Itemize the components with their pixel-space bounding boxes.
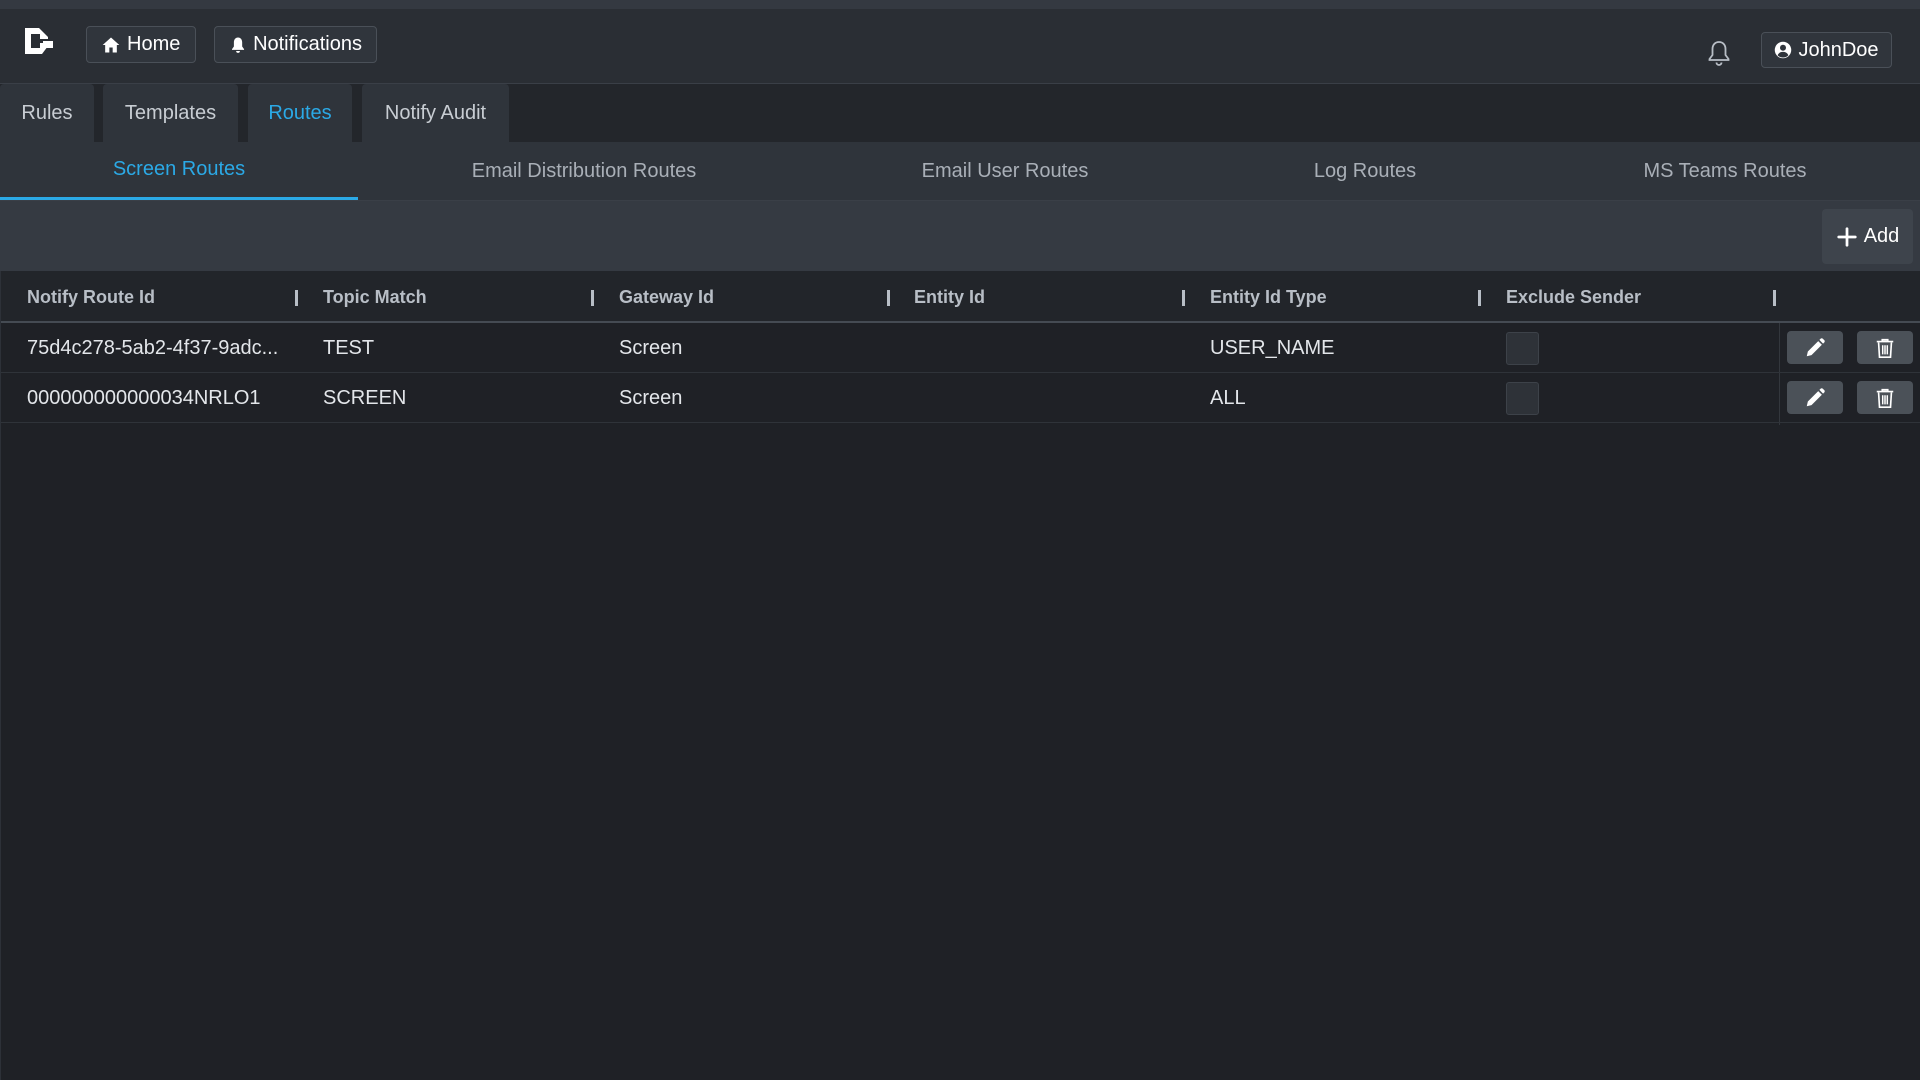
routes-grid: Notify Route Id Topic Match Gateway Id E…	[0, 271, 1920, 1080]
app-root: Home Notifications JohnDoe Rules Templat…	[0, 0, 1920, 1080]
home-button-label: Home	[127, 33, 181, 55]
subtab-screen-routes[interactable]: Screen Routes	[0, 142, 358, 200]
subtab-ms-teams-routes-label: MS Teams Routes	[1643, 159, 1807, 182]
column-header-label: Topic Match	[323, 286, 427, 307]
user-menu-button[interactable]: JohnDoe	[1761, 32, 1892, 68]
column-header-route-id[interactable]: Notify Route Id	[27, 271, 277, 323]
cell-entity-id	[914, 323, 1164, 373]
user-circle-icon	[1775, 41, 1792, 59]
cell-route-id: 000000000000034NRLO1	[27, 386, 261, 409]
home-button[interactable]: Home	[86, 26, 196, 63]
app-logo-icon[interactable]	[22, 25, 54, 57]
cell-route-id: 75d4c278-5ab2-4f37-9adc...	[27, 336, 277, 359]
cell-gateway-id: Screen	[619, 336, 683, 359]
bell-icon	[232, 36, 245, 53]
table-row[interactable]: 75d4c278-5ab2-4f37-9adc... TEST Screen U…	[1, 323, 1920, 373]
column-resize-handle[interactable]	[1478, 290, 1481, 306]
column-resize-handle[interactable]	[1182, 290, 1185, 306]
column-header-entity-id[interactable]: Entity Id	[914, 271, 1164, 323]
subtab-screen-routes-label: Screen Routes	[112, 158, 246, 180]
add-button-label: Add	[1863, 225, 1900, 247]
delete-button[interactable]	[1857, 331, 1913, 364]
cell-gateway-id: Screen	[619, 386, 683, 409]
trash-icon	[1876, 388, 1894, 408]
subtab-log-routes[interactable]: Log Routes	[1226, 142, 1504, 200]
subtab-email-user-routes-label: Email User Routes	[921, 159, 1089, 182]
notification-bell-icon[interactable]	[1706, 39, 1732, 67]
grid-body: 75d4c278-5ab2-4f37-9adc... TEST Screen U…	[1, 323, 1920, 425]
subtab-ms-teams-routes[interactable]: MS Teams Routes	[1560, 142, 1890, 200]
exclude-sender-checkbox[interactable]	[1506, 382, 1539, 415]
pencil-icon	[1806, 337, 1825, 356]
subtab-log-routes-label: Log Routes	[1313, 159, 1417, 182]
grid-header: Notify Route Id Topic Match Gateway Id E…	[1, 271, 1920, 323]
top-bar: Home Notifications JohnDoe	[0, 0, 1920, 84]
cell-entity-id-type: ALL	[1210, 386, 1246, 409]
tab-routes-label: Routes	[268, 101, 332, 124]
cell-entity-id-type: USER_NAME	[1210, 336, 1335, 359]
column-resize-handle[interactable]	[591, 290, 594, 306]
column-resize-handle[interactable]	[295, 290, 298, 306]
exclude-sender-checkbox[interactable]	[1506, 332, 1539, 365]
cell-topic-match: SCREEN	[323, 386, 407, 409]
trash-icon	[1876, 338, 1894, 358]
tab-rules-label: Rules	[21, 101, 73, 124]
tab-rules[interactable]: Rules	[0, 84, 94, 142]
subtab-email-user-routes[interactable]: Email User Routes	[840, 142, 1170, 200]
main-tabs: Rules Templates Routes Notify Audit	[0, 84, 1920, 142]
edit-button[interactable]	[1787, 331, 1843, 364]
column-header-label: Entity Id Type	[1210, 286, 1327, 307]
grid-toolbar: Add	[0, 201, 1920, 271]
edit-button[interactable]	[1787, 381, 1843, 414]
column-header-label: Exclude Sender	[1506, 286, 1642, 307]
sub-tabs: Screen Routes Email Distribution Routes …	[0, 142, 1920, 201]
tab-templates[interactable]: Templates	[103, 84, 238, 142]
cell-entity-id	[914, 373, 1164, 423]
home-icon	[102, 37, 120, 52]
column-header-gateway-id[interactable]: Gateway Id	[619, 271, 869, 323]
tab-routes[interactable]: Routes	[248, 84, 352, 142]
column-header-label: Gateway Id	[619, 286, 715, 307]
tab-notify-audit-label: Notify Audit	[384, 101, 487, 124]
column-resize-handle[interactable]	[887, 290, 890, 306]
table-row[interactable]: 000000000000034NRLO1 SCREEN Screen ALL	[1, 373, 1920, 423]
user-name: JohnDoe	[1798, 38, 1879, 61]
column-header-topic-match[interactable]: Topic Match	[323, 271, 573, 323]
subtab-email-distribution-routes[interactable]: Email Distribution Routes	[414, 142, 754, 200]
column-header-entity-id-type[interactable]: Entity Id Type	[1210, 271, 1460, 323]
cell-topic-match: TEST	[323, 336, 375, 359]
subtab-email-distribution-routes-label: Email Distribution Routes	[471, 159, 697, 182]
pencil-icon	[1806, 387, 1825, 406]
column-resize-handle[interactable]	[1773, 290, 1776, 306]
column-header-label: Notify Route Id	[27, 286, 155, 307]
plus-icon	[1837, 226, 1857, 247]
notifications-button-label: Notifications	[253, 33, 362, 55]
tab-notify-audit[interactable]: Notify Audit	[362, 84, 509, 142]
column-header-exclude-sender[interactable]: Exclude Sender	[1506, 271, 1756, 323]
delete-button[interactable]	[1857, 381, 1913, 414]
notifications-button[interactable]: Notifications	[214, 26, 377, 63]
add-route-button[interactable]: Add	[1822, 209, 1913, 264]
tab-templates-label: Templates	[124, 101, 217, 124]
column-header-label: Entity Id	[914, 286, 985, 307]
